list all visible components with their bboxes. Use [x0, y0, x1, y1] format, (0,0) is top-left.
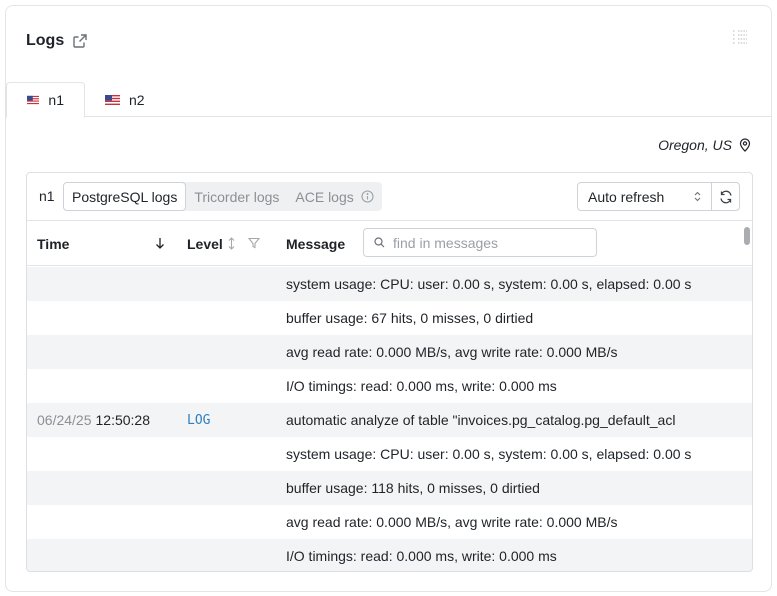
- table-row: I/O timings: read: 0.000 ms, write: 0.00…: [27, 369, 752, 403]
- region-text: Oregon, US: [658, 137, 732, 153]
- logs-toolbar: n1 PostgreSQL logs Tricorder logs ACE lo…: [27, 173, 752, 221]
- refresh-button[interactable]: [712, 183, 739, 210]
- logs-card: Logs n1 n2 Oregon, US n1 PostgreSQL logs…: [5, 5, 772, 592]
- select-arrows-icon: [694, 191, 701, 202]
- time-column-header[interactable]: Time: [37, 236, 69, 252]
- sort-desc-icon[interactable]: [155, 237, 165, 249]
- logs-panel: n1 PostgreSQL logs Tricorder logs ACE lo…: [26, 172, 753, 572]
- tab-postgresql-logs[interactable]: PostgreSQL logs: [63, 182, 187, 211]
- search-input[interactable]: [393, 234, 583, 251]
- table-row: avg read rate: 0.000 MB/s, avg write rat…: [27, 335, 752, 369]
- node-tabs: n1 n2: [6, 82, 771, 118]
- message-cell: automatic analyze of table "invoices.pg_…: [286, 412, 676, 428]
- message-cell: system usage: CPU: user: 0.00 s, system:…: [286, 446, 692, 462]
- us-flag-icon: [105, 94, 120, 105]
- tab-n1[interactable]: n1: [6, 82, 85, 118]
- level-badge: LOG: [187, 412, 211, 428]
- list-menu-icon[interactable]: [731, 28, 749, 46]
- tab-n2-label: n2: [129, 91, 145, 108]
- message-cell: buffer usage: 118 hits, 0 misses, 0 dirt…: [286, 480, 540, 496]
- date-cell: 06/24/25 12:50:28: [37, 412, 150, 428]
- message-search[interactable]: [363, 228, 597, 257]
- auto-refresh-select[interactable]: Auto refresh: [578, 183, 712, 210]
- time-cell: 12:50:28: [95, 412, 151, 428]
- table-row: system usage: CPU: user: 0.00 s, system:…: [27, 267, 752, 301]
- message-cell: buffer usage: 67 hits, 0 misses, 0 dirti…: [286, 310, 534, 326]
- table-row: system usage: CPU: user: 0.00 s, system:…: [27, 437, 752, 471]
- search-icon: [374, 237, 385, 248]
- message-column-header: Message: [286, 236, 346, 252]
- auto-refresh-control: Auto refresh: [577, 182, 740, 211]
- table-row: buffer usage: 118 hits, 0 misses, 0 dirt…: [27, 471, 752, 505]
- external-link-icon[interactable]: [72, 33, 88, 49]
- message-cell: avg read rate: 0.000 MB/s, avg write rat…: [286, 344, 618, 360]
- level-column-header[interactable]: Level: [187, 236, 223, 252]
- tab-n1-label: n1: [48, 92, 64, 108]
- card-title: Logs: [26, 32, 88, 50]
- table-row: avg read rate: 0.000 MB/s, avg write rat…: [27, 505, 752, 539]
- region-label: Oregon, US: [658, 137, 751, 153]
- log-rows: system usage: CPU: user: 0.00 s, system:…: [27, 267, 752, 571]
- logs-title: Logs: [26, 32, 65, 49]
- tab-tricorder-logs[interactable]: Tricorder logs: [186, 182, 287, 211]
- location-pin-icon: [739, 138, 751, 152]
- message-cell: system usage: CPU: user: 0.00 s, system:…: [286, 276, 692, 292]
- node-label: n1: [39, 188, 55, 204]
- sort-icon[interactable]: [227, 237, 236, 250]
- table-row: buffer usage: 67 hits, 0 misses, 0 dirti…: [27, 301, 752, 335]
- message-cell: avg read rate: 0.000 MB/s, avg write rat…: [286, 514, 618, 530]
- table-header: Time Level Message: [27, 221, 752, 266]
- info-icon[interactable]: [361, 190, 374, 203]
- tab-n2[interactable]: n2: [85, 82, 165, 117]
- scrollbar-thumb[interactable]: [744, 227, 750, 245]
- message-cell: I/O timings: read: 0.000 ms, write: 0.00…: [286, 378, 557, 394]
- refresh-icon: [719, 190, 732, 203]
- filter-icon[interactable]: [248, 237, 260, 249]
- table-row: 06/24/25 12:50:28 LOG automatic analyze o…: [27, 403, 752, 437]
- table-row: I/O timings: read: 0.000 ms, write: 0.00…: [27, 539, 752, 571]
- log-type-tabs: PostgreSQL logs Tricorder logs ACE logs: [63, 182, 382, 211]
- tab-ace-logs[interactable]: ACE logs: [287, 182, 381, 211]
- auto-refresh-label: Auto refresh: [588, 188, 665, 205]
- message-cell: I/O timings: read: 0.000 ms, write: 0.00…: [286, 548, 557, 564]
- us-flag-icon: [27, 95, 40, 105]
